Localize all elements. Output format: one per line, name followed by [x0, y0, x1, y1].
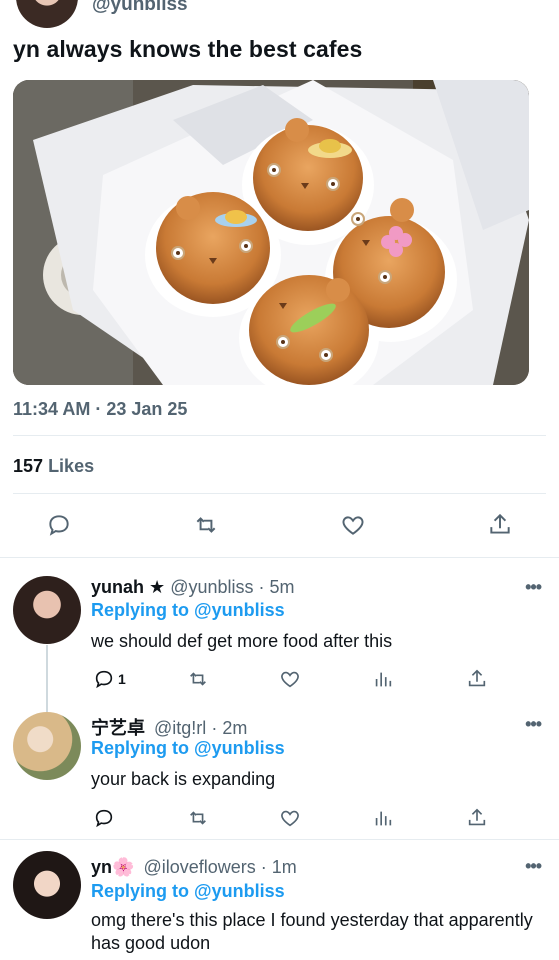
tweet-photo[interactable]	[13, 80, 529, 385]
reply-avatar[interactable]	[13, 712, 81, 780]
star-badge-icon: ★	[149, 577, 166, 597]
reply-time: 1m	[271, 857, 297, 877]
section-divider	[0, 557, 559, 558]
tweet-date: 23 Jan 25	[106, 399, 188, 419]
reply-time: 2m	[222, 718, 248, 738]
tweet-timestamp: 11:34 AM · 23 Jan 25	[13, 399, 188, 419]
tweet-time: 11:34 AM	[13, 399, 91, 419]
like-icon[interactable]	[279, 665, 301, 693]
divider	[13, 435, 546, 436]
share-icon[interactable]	[480, 505, 520, 545]
reply-header: 宁艺卓 @itg!rl · 2m	[91, 718, 248, 738]
more-icon[interactable]: •••	[525, 714, 542, 735]
reply-author-name[interactable]: yunah	[91, 577, 144, 597]
analytics-icon[interactable]	[372, 804, 394, 832]
reply-avatar[interactable]	[13, 576, 81, 644]
replying-to-handle[interactable]: @yunbliss	[194, 738, 285, 758]
more-icon[interactable]: •••	[525, 856, 542, 877]
reply-icon[interactable]: 1	[93, 665, 126, 693]
like-icon[interactable]	[279, 804, 301, 832]
reply-icon[interactable]	[93, 804, 115, 832]
replying-label: Replying to	[91, 738, 189, 758]
reply-time: 5m	[269, 577, 295, 597]
reply-avatar[interactable]	[13, 851, 81, 919]
likes-count[interactable]: 157 Likes	[13, 456, 94, 477]
reply-author-handle[interactable]: @yunbliss	[170, 577, 253, 597]
retweet-icon[interactable]	[187, 804, 209, 832]
tweet-text: yn always knows the best cafes	[13, 36, 363, 62]
replying-to-handle[interactable]: @yunbliss	[194, 600, 285, 620]
cream-puffs-image	[13, 80, 529, 385]
section-divider	[0, 839, 559, 840]
reply-author-name[interactable]: yn	[91, 857, 112, 877]
reply-author-handle[interactable]: @iloveflowers	[143, 857, 255, 877]
analytics-icon[interactable]	[372, 665, 394, 693]
reply-header: yn🌸 @iloveflowers · 1m	[91, 857, 297, 877]
reply-author-handle[interactable]: @itg!rl	[154, 718, 206, 738]
reply-header: yunah ★ @yunbliss · 5m	[91, 577, 295, 597]
replying-label: Replying to	[91, 600, 189, 620]
replying-to-handle[interactable]: @yunbliss	[194, 881, 285, 901]
like-icon[interactable]	[333, 505, 373, 545]
retweet-icon[interactable]	[187, 665, 209, 693]
reply-text: your back is expanding	[91, 769, 276, 789]
reply-text: omg there's this place I found yesterday…	[91, 910, 533, 953]
replying-label: Replying to	[91, 881, 189, 901]
reply-icon[interactable]	[39, 505, 79, 545]
divider	[13, 493, 546, 494]
share-icon[interactable]	[466, 804, 488, 832]
author-handle[interactable]: @yunbliss	[92, 0, 188, 16]
replying-to: Replying to @yunbliss	[91, 738, 285, 759]
reply-text: we should def get more food after this	[91, 631, 393, 651]
share-icon[interactable]	[466, 665, 488, 693]
author-avatar[interactable]	[16, 0, 78, 28]
reply-author-name[interactable]: 宁艺卓	[91, 718, 145, 738]
tweet-header: @yunbliss	[0, 0, 559, 30]
flower-badge-icon: 🌸	[112, 857, 135, 877]
more-icon[interactable]: •••	[525, 577, 542, 598]
likes-number: 157	[13, 456, 44, 476]
likes-label: Likes	[48, 456, 95, 476]
tweet-actions	[0, 505, 559, 545]
reply-count: 1	[118, 671, 126, 687]
replying-to: Replying to @yunbliss	[91, 881, 285, 902]
reply-actions	[0, 804, 559, 832]
replying-to: Replying to @yunbliss	[91, 600, 285, 621]
reply-actions: 1	[0, 665, 559, 693]
retweet-icon[interactable]	[186, 505, 226, 545]
